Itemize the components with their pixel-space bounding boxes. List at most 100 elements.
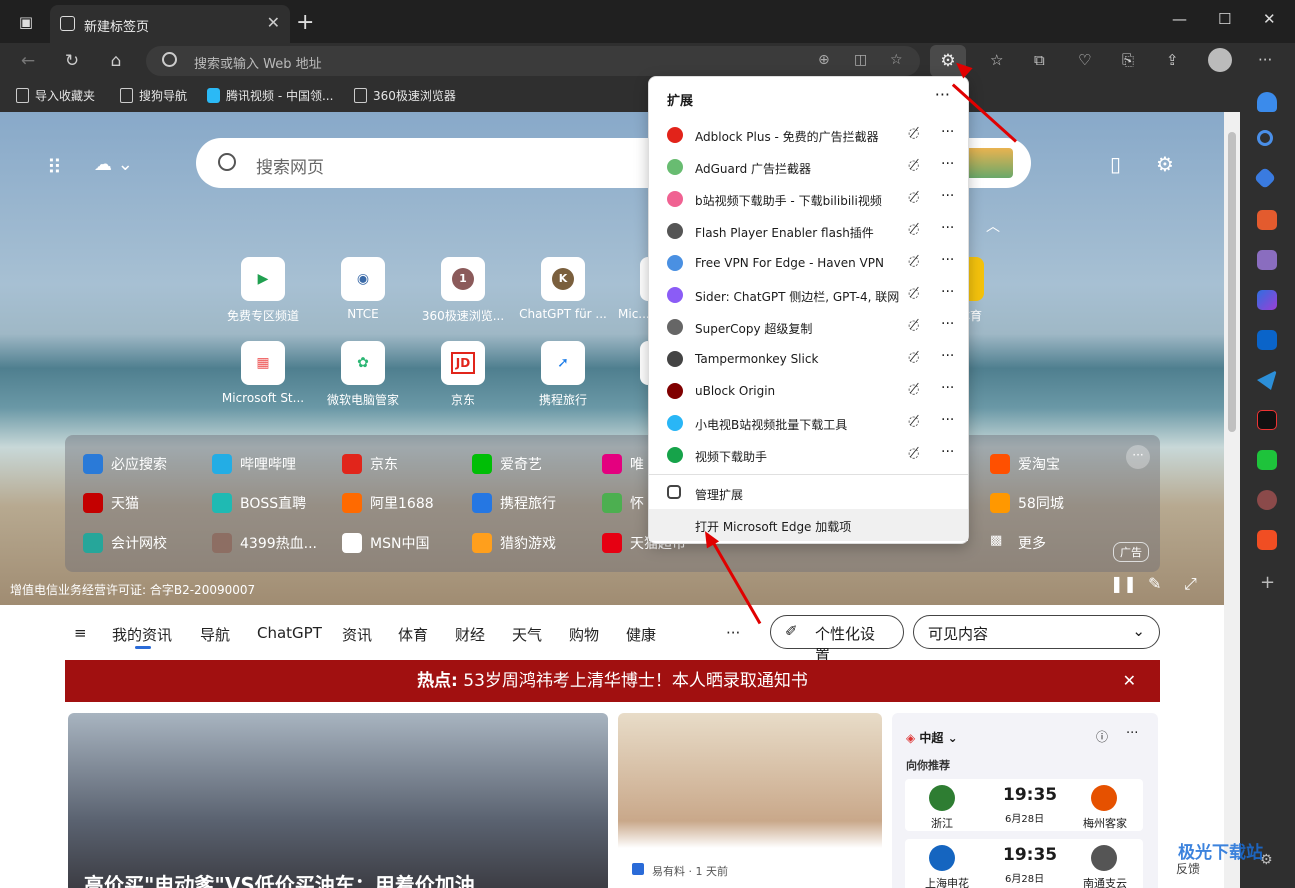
weather-icon[interactable]: ☁ ⌄: [94, 154, 133, 175]
hidden-eye-icon[interactable]: ◌̸: [908, 414, 919, 429]
bookmark-sogou[interactable]: 搜狗导航: [120, 87, 187, 104]
more-icon[interactable]: ···: [941, 156, 954, 172]
collections-icon[interactable]: ⧉: [1034, 51, 1045, 69]
more-icon[interactable]: ···: [941, 220, 954, 236]
news-card-2[interactable]: 易有料 · 1 天前: [618, 713, 882, 888]
scroll-thumb[interactable]: [1228, 132, 1236, 432]
outlook-icon[interactable]: [1257, 330, 1277, 350]
more-icon[interactable]: ···: [941, 188, 954, 204]
feed-tab-news[interactable]: 资讯: [342, 624, 372, 645]
info-icon[interactable]: ⓘ: [1096, 728, 1108, 745]
link-jd[interactable]: 京东: [342, 454, 398, 474]
settings-more-icon[interactable]: ···: [1258, 51, 1272, 69]
bell-icon[interactable]: [1257, 92, 1277, 112]
link-4399[interactable]: 4399热血...: [212, 533, 317, 553]
feed-tab-shopping[interactable]: 购物: [569, 624, 599, 645]
extension-item[interactable]: 小电视B站视频批量下载工具 ◌̸ ···: [649, 407, 968, 439]
pause-icon[interactable]: ❚❚: [1110, 574, 1137, 593]
bing-image-icon[interactable]: [963, 148, 1013, 178]
more-icon[interactable]: ···: [941, 380, 954, 396]
more-icon[interactable]: ···: [941, 284, 954, 300]
close-window-icon[interactable]: ✕: [1263, 10, 1276, 28]
more-icon[interactable]: ···: [941, 412, 954, 428]
close-tab-icon[interactable]: ✕: [267, 13, 280, 32]
visible-content-select[interactable]: 可见内容 ⌄: [913, 615, 1160, 649]
tab-new[interactable]: 新建标签页 ✕: [50, 5, 290, 43]
sports-more-icon[interactable]: ···: [1126, 726, 1138, 741]
hidden-eye-icon[interactable]: ◌̸: [908, 286, 919, 301]
feed-tab-chatgpt[interactable]: ChatGPT: [257, 624, 322, 642]
hidden-eye-icon[interactable]: ◌̸: [908, 158, 919, 173]
more-icon[interactable]: ···: [941, 124, 954, 140]
search-icon[interactable]: [1257, 130, 1273, 146]
hidden-eye-icon[interactable]: ◌̸: [908, 126, 919, 141]
hidden-eye-icon[interactable]: ◌̸: [908, 318, 919, 333]
feed-tab-weather[interactable]: 天气: [512, 624, 542, 645]
customize-icon[interactable]: ✎: [1148, 574, 1161, 593]
link-boss[interactable]: BOSS直聘: [212, 493, 306, 513]
bookmark-360[interactable]: 360极速浏览器: [354, 87, 456, 104]
performance-icon[interactable]: ♡: [1078, 51, 1091, 69]
tile-chatgpt[interactable]: K ChatGPT für ...: [518, 257, 608, 321]
refresh-icon[interactable]: ↻: [60, 49, 84, 73]
more-icon[interactable]: ···: [941, 316, 954, 332]
more-icon[interactable]: ···: [941, 444, 954, 460]
new-tab-icon[interactable]: +: [296, 10, 314, 35]
link-cheetah[interactable]: 猎豹游戏: [472, 533, 556, 553]
link-tmall[interactable]: 天猫: [83, 493, 139, 513]
league-select[interactable]: ◈ 中超 ⌄: [906, 729, 958, 746]
extension-item[interactable]: Sider: ChatGPT 侧边栏, GPT-4, 联网 ◌̸ ···: [649, 279, 968, 311]
personalize-button[interactable]: ✐ 个性化设置: [770, 615, 904, 664]
link-1688[interactable]: 阿里1688: [342, 493, 434, 513]
extension-item[interactable]: Flash Player Enabler flash插件 ◌̸ ···: [649, 215, 968, 247]
tile-ctrip[interactable]: ➚ 携程旅行: [518, 341, 608, 408]
feed-tab-mine[interactable]: 我的资讯: [112, 624, 172, 645]
tile-free-zone[interactable]: ▶ 免费专区频道: [218, 257, 308, 324]
link-58[interactable]: 58同城: [990, 493, 1064, 513]
games-icon[interactable]: [1257, 250, 1277, 270]
link-taobao[interactable]: 爱淘宝: [990, 454, 1060, 474]
hidden-eye-icon[interactable]: ◌̸: [908, 350, 919, 365]
maximize-icon[interactable]: ☐: [1218, 10, 1231, 28]
link-bilibili[interactable]: 哔哩哔哩: [212, 454, 296, 474]
hidden-eye-icon[interactable]: ◌̸: [908, 222, 919, 237]
link-huai[interactable]: 怀: [602, 493, 644, 513]
back-icon[interactable]: ←: [16, 49, 40, 73]
more-icon[interactable]: ···: [935, 85, 950, 104]
link-kuaiji[interactable]: 会计网校: [83, 533, 167, 553]
tile-360[interactable]: 1 360极速浏览...: [418, 257, 508, 324]
bookmark-import[interactable]: 导入收藏夹: [16, 87, 95, 104]
feed-tab-sports[interactable]: 体育: [398, 624, 428, 645]
zoom-icon[interactable]: ⊕: [818, 52, 830, 68]
feed-tab-nav[interactable]: 导航: [200, 624, 230, 645]
extension-item[interactable]: 视频下载助手 ◌̸ ···: [649, 439, 968, 471]
copilot-icon[interactable]: [1257, 290, 1277, 310]
more-icon[interactable]: ···: [941, 348, 954, 364]
link-vip[interactable]: 唯: [602, 454, 644, 474]
collapse-icon[interactable]: ︿: [986, 216, 1000, 236]
home-icon[interactable]: ⌂: [104, 49, 128, 73]
avatar[interactable]: [1208, 48, 1232, 72]
manage-extensions[interactable]: 管理扩展: [649, 477, 968, 509]
feed-tab-health[interactable]: 健康: [626, 624, 656, 645]
more-options-icon[interactable]: ···: [1126, 445, 1150, 469]
apps-grid-icon[interactable]: ⠿: [47, 155, 62, 179]
link-msn[interactable]: MSN中国: [342, 533, 429, 553]
extension-item[interactable]: Tampermonkey Slick ◌̸ ···: [649, 343, 968, 375]
bookmark-tencent[interactable]: 腾讯视频 - 中国领...: [207, 87, 333, 104]
feed-more-icon[interactable]: ···: [726, 624, 740, 642]
extension-item[interactable]: Free VPN For Edge - Haven VPN ◌̸ ···: [649, 247, 968, 279]
link-iqiyi[interactable]: 爱奇艺: [472, 454, 542, 474]
add-sidebar-icon[interactable]: +: [1260, 572, 1275, 593]
fullscreen-icon[interactable]: ⤢: [1184, 574, 1197, 594]
open-edge-addons[interactable]: 打开 Microsoft Edge 加载项: [649, 509, 968, 541]
immersive-reader-icon[interactable]: ◫: [854, 52, 867, 68]
share-icon[interactable]: ⇪: [1166, 51, 1179, 69]
profile-icon[interactable]: [1257, 490, 1277, 510]
minimize-icon[interactable]: —: [1172, 10, 1187, 28]
hidden-eye-icon[interactable]: ◌̸: [908, 446, 919, 461]
tools-icon[interactable]: [1257, 210, 1277, 230]
news-card-1[interactable]: 高价买"电动爹"VS低价买油车：用着价加油: [68, 713, 608, 888]
tile-jd[interactable]: JD 京东: [418, 341, 508, 408]
app-c-icon[interactable]: [1257, 530, 1277, 550]
